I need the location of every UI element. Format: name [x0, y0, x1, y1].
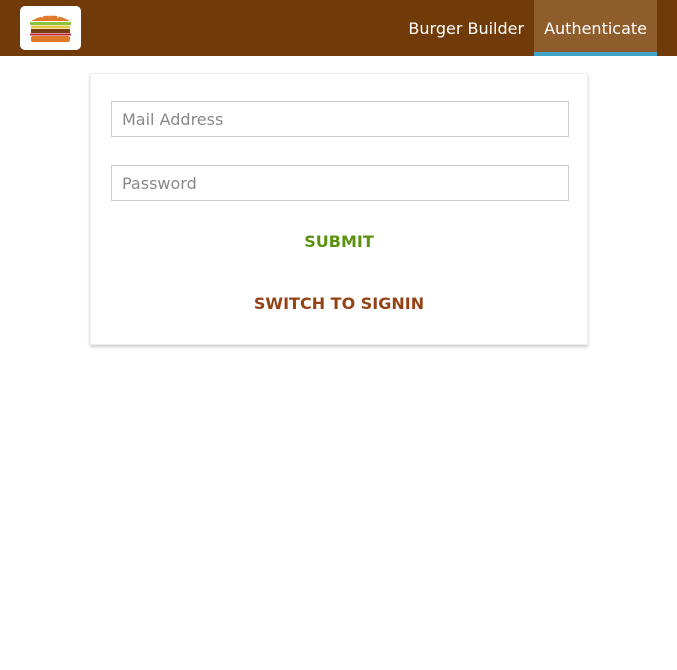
auth-form: SUBMIT SWITCH TO SIGNIN: [90, 73, 588, 345]
nav-authenticate[interactable]: Authenticate: [534, 0, 657, 56]
switch-to-signin-button[interactable]: SWITCH TO SIGNIN: [91, 294, 587, 313]
email-input[interactable]: [111, 101, 569, 137]
burger-logo-icon: [30, 14, 71, 42]
navigation: Burger Builder Authenticate: [398, 0, 657, 56]
nav-burger-builder[interactable]: Burger Builder: [398, 0, 534, 56]
logo[interactable]: [20, 6, 81, 50]
password-input[interactable]: [111, 165, 569, 201]
toolbar: Burger Builder Authenticate: [0, 0, 677, 56]
submit-button[interactable]: SUBMIT: [91, 232, 587, 251]
